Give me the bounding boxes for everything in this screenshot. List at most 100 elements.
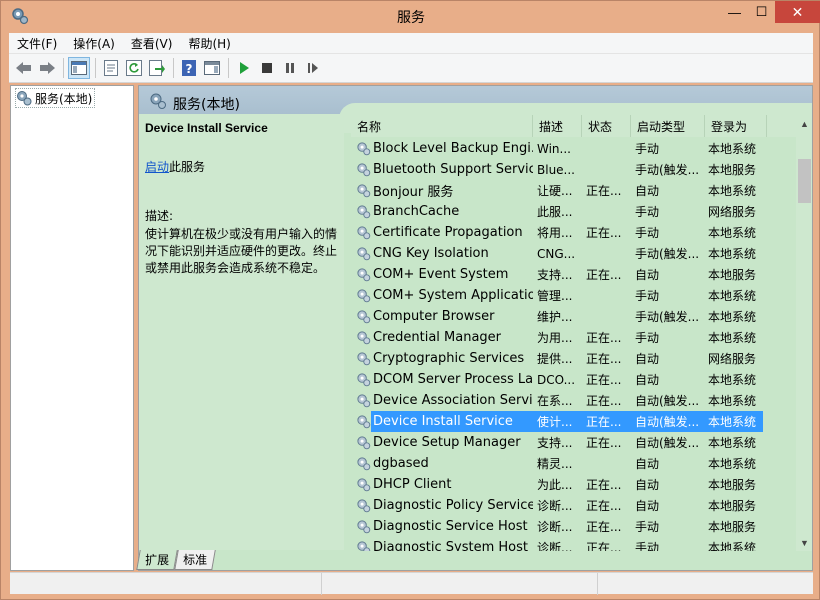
resume-service-icon[interactable]	[302, 57, 324, 79]
console-tree-pane: 服务(本地)	[10, 85, 134, 571]
service-startup-type-cell: 自动	[635, 373, 660, 387]
column-header-startup-type[interactable]: 启动类型	[631, 115, 705, 137]
service-logon-cell: 本地服务	[708, 268, 757, 282]
service-status-cell	[582, 201, 631, 222]
service-status-cell: 正在...	[586, 373, 622, 387]
column-header-name[interactable]: ^ 名称	[351, 115, 533, 137]
service-logon-cell: 本地系统	[708, 310, 757, 324]
service-startup-type-cell: 手动	[635, 541, 660, 551]
service-description-cell: CNG...	[537, 246, 576, 261]
service-status-cell: 正在...	[586, 331, 622, 345]
service-description-cell: Win...	[537, 141, 571, 156]
service-startup-type-cell: 自动	[635, 499, 660, 513]
export-list-icon[interactable]	[146, 57, 168, 79]
toolbar-separator	[95, 58, 96, 78]
menu-bar: 文件(F) 操作(A) 查看(V) 帮助(H)	[9, 33, 813, 54]
title-bar[interactable]: 服务 — ☐ ✕	[1, 1, 820, 31]
column-header-description[interactable]: 描述	[533, 115, 582, 137]
close-button[interactable]: ✕	[775, 1, 820, 23]
service-gear-icon	[351, 474, 371, 495]
service-status-cell	[582, 453, 631, 474]
service-startup-type-cell: 自动	[635, 352, 660, 366]
service-row[interactable]: dgbased 精灵... 自动 本地系统	[351, 453, 799, 474]
pane-header-title: 服务(本地)	[173, 97, 240, 113]
show-hide-tree-icon[interactable]	[68, 57, 90, 79]
scroll-up-icon[interactable]: ▲	[796, 115, 812, 132]
show-action-pane-icon[interactable]	[201, 57, 223, 79]
tree-item-label: 服务(本地)	[35, 91, 93, 106]
status-cell	[322, 573, 598, 595]
minimize-button[interactable]: —	[721, 1, 748, 23]
service-row[interactable]: Device Install Service 使计... 正在... 自动(触发...…	[351, 411, 799, 432]
menu-view[interactable]: 查看(V)	[123, 35, 181, 52]
start-service-icon[interactable]	[233, 57, 255, 79]
service-row[interactable]: COM+ System Application 管理... 手动 本地系统	[351, 285, 799, 306]
service-gear-icon	[351, 264, 371, 285]
service-gear-icon	[351, 369, 371, 390]
service-row[interactable]: Bluetooth Support Service Blue... 手动(触发...…	[351, 159, 799, 180]
menu-help[interactable]: 帮助(H)	[180, 35, 238, 52]
service-row[interactable]: Computer Browser 维护... 手动(触发... 本地系统	[351, 306, 799, 327]
service-row[interactable]: DHCP Client 为此... 正在... 自动 本地服务	[351, 474, 799, 495]
start-service-link[interactable]: 启动	[145, 160, 169, 174]
forward-arrow-icon[interactable]	[36, 57, 58, 79]
description-text: 使计算机在极少或没有用户输入的情况下能识别并适应硬件的更改。终止或禁用此服务会造…	[145, 227, 338, 275]
service-status-cell: 正在...	[586, 478, 622, 492]
services-gear-icon	[17, 91, 32, 106]
refresh-icon[interactable]	[123, 57, 145, 79]
tab-extended[interactable]: 扩展	[136, 550, 178, 570]
back-arrow-icon[interactable]	[13, 57, 35, 79]
service-row[interactable]: Certificate Propagation 将用... 正在... 手动 本地系统	[351, 222, 799, 243]
service-gear-icon	[351, 390, 371, 411]
scroll-thumb[interactable]	[798, 159, 811, 203]
help-icon[interactable]: ?	[178, 57, 200, 79]
service-row[interactable]: Block Level Backup Engi... Win... 手动 本地系统	[351, 138, 799, 159]
properties-icon[interactable]	[100, 57, 122, 79]
service-gear-icon	[351, 159, 371, 180]
service-status-cell	[582, 285, 631, 306]
service-row[interactable]: Bonjour 服务 让硬... 正在... 自动 本地系统	[351, 180, 799, 201]
service-description-cell: 为用...	[537, 331, 573, 345]
service-gear-icon	[351, 348, 371, 369]
maximize-button[interactable]: ☐	[748, 1, 775, 23]
service-gear-icon	[351, 495, 371, 516]
scroll-down-icon[interactable]: ▼	[796, 534, 812, 551]
service-logon-cell: 本地系统	[708, 184, 757, 198]
service-row[interactable]: Diagnostic Policy Service 诊断... 正在... 自动 本地服…	[351, 495, 799, 516]
service-gear-icon	[351, 180, 371, 201]
service-status-cell	[582, 306, 631, 327]
service-status-cell: 正在...	[586, 184, 622, 198]
service-row[interactable]: Credential Manager 为用... 正在... 手动 本地系统	[351, 327, 799, 348]
service-row[interactable]: Device Association Service 在系... 正在... 自动(触…	[351, 390, 799, 411]
service-description-cell: Blue...	[537, 162, 575, 177]
tree-item-services-local[interactable]: 服务(本地)	[15, 88, 96, 108]
service-logon-cell: 本地系统	[708, 436, 757, 450]
list-header: ^ 名称 描述 状态 启动类型 登录为	[351, 115, 799, 137]
service-startup-type-cell: 自动	[635, 184, 660, 198]
stop-service-icon[interactable]	[256, 57, 278, 79]
service-logon-cell: 本地系统	[708, 226, 757, 240]
service-row[interactable]: BranchCache 此服... 手动 网络服务	[351, 201, 799, 222]
column-header-logon-as[interactable]: 登录为	[705, 115, 767, 137]
service-description-cell: 支持...	[537, 436, 573, 450]
service-name-cell: Diagnostic Policy Service	[373, 498, 533, 513]
service-gear-icon	[351, 201, 371, 222]
service-row[interactable]: CNG Key Isolation CNG... 手动(触发... 本地系统	[351, 243, 799, 264]
service-row[interactable]: Diagnostic Service Host 诊断... 正在... 手动 本地服务	[351, 516, 799, 537]
service-row[interactable]: Device Setup Manager 支持... 正在... 自动(触发... 本地…	[351, 432, 799, 453]
tab-standard[interactable]: 标准	[174, 550, 216, 570]
menu-action[interactable]: 操作(A)	[65, 35, 123, 52]
vertical-scrollbar[interactable]: ▲ ▼	[796, 115, 812, 551]
service-row[interactable]: Cryptographic Services 提供... 正在... 自动 网络服务	[351, 348, 799, 369]
service-name-cell: Bonjour 服务	[373, 185, 454, 200]
service-row[interactable]: DCOM Server Process La... DCO... 正在... 自动 本地…	[351, 369, 799, 390]
service-logon-cell: 本地服务	[708, 478, 757, 492]
service-row[interactable]: COM+ Event System 支持... 正在... 自动 本地服务	[351, 264, 799, 285]
service-row[interactable]: Diagnostic System Host 诊断... 正在... 手动 本地系统	[351, 537, 799, 551]
column-header-status[interactable]: 状态	[582, 115, 631, 137]
service-description-cell: 使计...	[533, 411, 582, 432]
pause-service-icon[interactable]	[279, 57, 301, 79]
toolbar-separator	[173, 58, 174, 78]
menu-file[interactable]: 文件(F)	[9, 35, 65, 52]
services-list: ^ 名称 描述 状态 启动类型 登录为 Block Level Backup E…	[351, 115, 799, 551]
